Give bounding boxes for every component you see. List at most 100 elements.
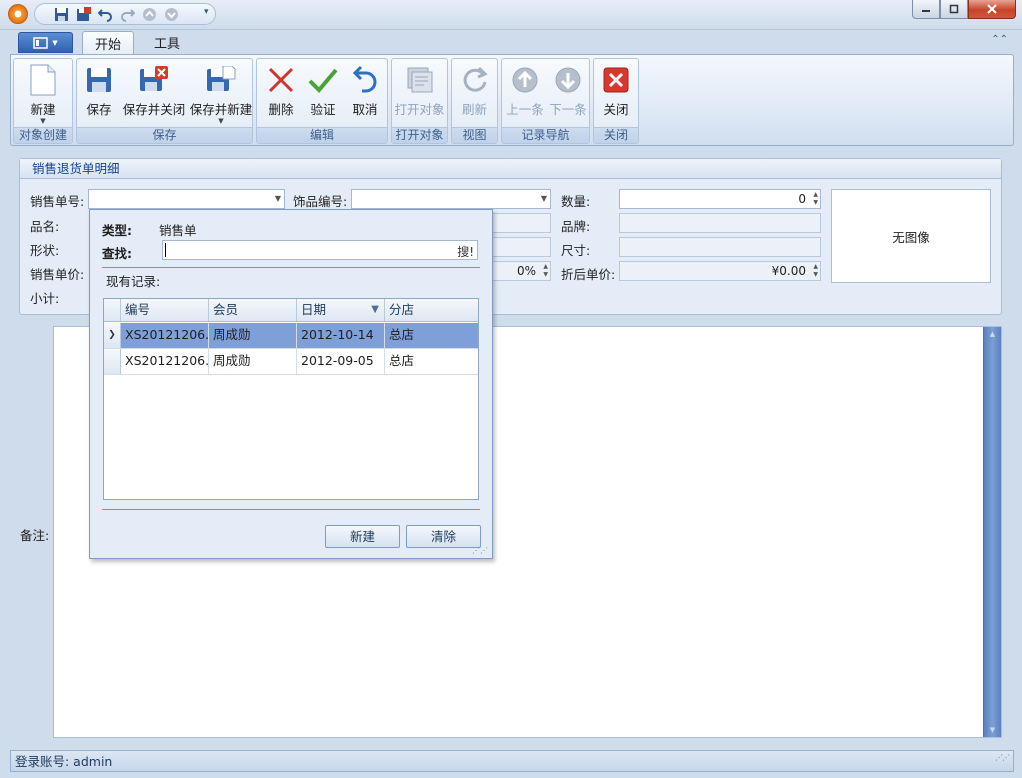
group-record-nav: 上一条 下一条 记录导航 — [501, 58, 590, 144]
open-object-button[interactable]: 打开对象 — [392, 61, 447, 127]
arrow-down-circle-icon — [552, 64, 584, 96]
group-view: 刷新 视图 — [451, 58, 498, 144]
col-header-store[interactable]: 分店 — [385, 299, 478, 322]
ribbon-tabstrip: ▼ 开始 工具 ⌃⌃ — [10, 30, 1014, 54]
arrow-up-circle-icon — [509, 64, 541, 96]
refresh-button[interactable]: 刷新 — [452, 61, 497, 127]
scroll-up-icon[interactable]: ▲ — [984, 327, 1001, 341]
cell-no: XS20121206... — [121, 323, 209, 348]
close-window-button[interactable] — [968, 0, 1016, 19]
new-button[interactable]: 新建 ▼ — [14, 61, 72, 127]
new-dropdown-icon: ▼ — [40, 117, 46, 125]
sales-no-dropdown-icon[interactable]: ▼ — [275, 190, 281, 208]
remarks-label: 备注: — [20, 528, 50, 543]
qat-undo-icon[interactable] — [97, 6, 114, 23]
close-red-icon — [600, 64, 632, 96]
login-account-text: 登录账号: admin — [15, 754, 113, 769]
refresh-icon — [459, 64, 491, 96]
resize-grip-icon[interactable]: ⋰⋰ — [995, 747, 1010, 768]
tab-tools[interactable]: 工具 — [142, 31, 192, 54]
text-caret — [165, 243, 166, 257]
close-button[interactable]: 关闭 — [594, 61, 638, 127]
delete-x-icon — [265, 64, 297, 96]
status-bar: 登录账号: admin ⋰⋰ — [10, 750, 1014, 772]
brand-field — [619, 213, 821, 233]
prev-record-button[interactable]: 上一条 — [504, 61, 546, 127]
size-field — [619, 237, 821, 257]
qat-up-icon[interactable] — [141, 6, 158, 23]
cell-member: 周成勋 — [209, 323, 297, 348]
cell-store: 总店 — [389, 353, 415, 368]
tab-start[interactable]: 开始 — [82, 31, 135, 54]
qty-spin-arrows-icon[interactable]: ▲ ▼ — [813, 191, 818, 207]
save-icon — [83, 64, 115, 96]
group-open-object: 打开对象 打开对象 — [391, 58, 448, 144]
delete-button[interactable]: 删除 — [261, 61, 301, 127]
qat-customize-chevron-icon[interactable]: ▾ — [204, 7, 209, 17]
shape-label: 形状: — [30, 243, 60, 258]
maximize-button[interactable] — [940, 0, 968, 19]
qat-redo-icon[interactable] — [119, 6, 136, 23]
col-header-date[interactable]: 日期 ▼ — [297, 299, 385, 322]
window-controls — [912, 0, 1016, 19]
grid-header: 编号 会员 日期 ▼ 分店 — [104, 299, 478, 322]
table-row[interactable]: ❯ XS20121206... 周成勋 2012-10-14 总店 — [104, 323, 478, 349]
panel-title: 销售退货单明细 — [20, 159, 1001, 179]
cell-date: 2012-10-14 — [297, 323, 385, 348]
col-header-member[interactable]: 会员 — [209, 299, 297, 322]
name-label: 品名: — [30, 219, 60, 234]
no-image-text: 无图像 — [892, 229, 930, 245]
cell-no: XS20121206... — [121, 349, 209, 374]
search-label: 查找: — [102, 246, 132, 261]
sales-no-combo[interactable]: ▼ — [88, 189, 285, 209]
next-record-button[interactable]: 下一条 — [547, 61, 589, 127]
undo-arrow-icon — [349, 64, 381, 96]
type-value: 销售单 — [159, 223, 197, 238]
save-new-button[interactable]: 保存并新建 ▼ — [190, 61, 252, 127]
popup-resize-grip-icon[interactable]: ⋰⋰ — [472, 546, 488, 555]
row-indicator — [104, 349, 121, 374]
discount-spin-arrows-icon[interactable]: ▲ ▼ — [543, 263, 548, 279]
app-menu-icon — [33, 36, 49, 49]
qat-save-close-icon[interactable] — [75, 6, 92, 23]
search-button[interactable]: 搜! — [457, 243, 474, 260]
discount-price-spin-arrows-icon[interactable]: ▲ ▼ — [813, 263, 818, 279]
qty-spinner[interactable]: 0 ▲ ▼ — [619, 189, 821, 209]
sales-order-lookup-popup: 类型: 销售单 查找: 搜! 现有记录: 编号 会员 日期 ▼ 分店 ❯ XS20… — [89, 209, 493, 559]
qat-save-icon[interactable] — [53, 6, 70, 23]
cell-store: 总店 — [385, 323, 478, 348]
save-button[interactable]: 保存 — [81, 61, 117, 127]
cancel-button[interactable]: 取消 — [345, 61, 385, 127]
item-code-dropdown-icon[interactable]: ▼ — [541, 190, 547, 208]
col-header-no[interactable]: 编号 — [121, 299, 209, 322]
qat-down-icon[interactable] — [163, 6, 180, 23]
size-label: 尺寸: — [561, 243, 591, 258]
app-menu-button[interactable]: ▼ — [18, 32, 73, 53]
sales-no-label: 销售单号: — [30, 194, 85, 209]
popup-separator-top — [102, 267, 480, 268]
item-code-combo[interactable]: ▼ — [351, 189, 551, 209]
validate-button[interactable]: 验证 — [303, 61, 343, 127]
ribbon-collapse-icon[interactable]: ⌃⌃ — [991, 34, 1008, 45]
app-menu-chevron-icon: ▼ — [52, 38, 58, 47]
popup-new-button[interactable]: 新建 — [325, 525, 400, 548]
popup-clear-button[interactable]: 清除 — [406, 525, 481, 548]
row-current-indicator-icon: ❯ — [104, 323, 121, 348]
search-input[interactable]: 搜! — [162, 240, 478, 260]
save-new-dropdown-icon: ▼ — [218, 117, 224, 125]
minimize-button[interactable] — [912, 0, 940, 19]
group-save: 保存 保存并关闭 保存并新建 ▼ 保存 — [76, 58, 253, 144]
table-row[interactable]: XS20121206... 周成勋 2012-09-05 总店 — [104, 349, 478, 375]
popup-separator-bottom — [102, 509, 480, 510]
app-gear-icon[interactable] — [8, 4, 28, 24]
remarks-scrollbar[interactable]: ▲ ▼ — [983, 327, 1001, 737]
group-close: 关闭 关闭 — [593, 58, 639, 144]
product-image-box: 无图像 — [831, 189, 991, 283]
save-new-icon — [205, 64, 237, 96]
open-object-icon — [404, 64, 436, 96]
ribbon: 新建 ▼ 对象创建 保存 保存并关闭 保存并新建 ▼ 保存 删除 验证 取消 编… — [10, 54, 1014, 146]
scroll-down-icon[interactable]: ▼ — [984, 723, 1001, 737]
save-close-button[interactable]: 保存并关闭 — [121, 61, 187, 127]
item-code-label: 饰品编号: — [293, 194, 348, 209]
discount-price-spinner[interactable]: ¥0.00 ▲ ▼ — [619, 261, 821, 281]
